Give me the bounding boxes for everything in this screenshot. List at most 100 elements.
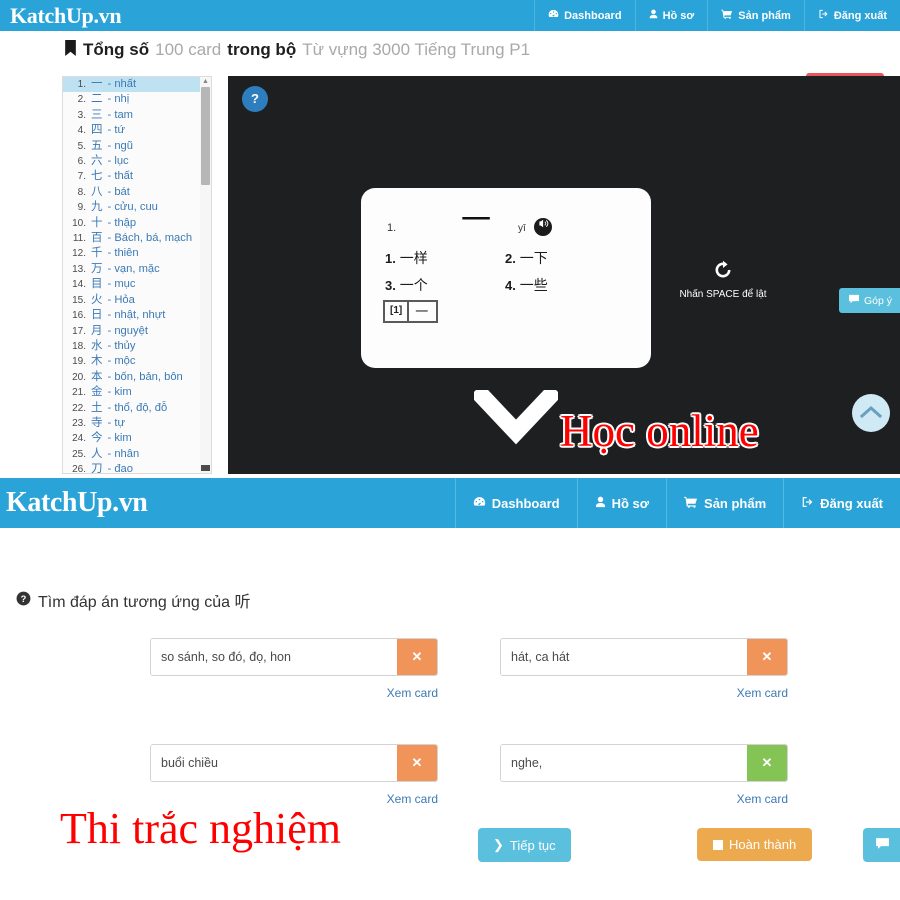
card-list-item[interactable]: 20. 本 - bốn, bản, bôn (63, 370, 212, 385)
card-list-item-meaning: - lục (107, 155, 129, 168)
speaker-icon[interactable] (534, 218, 552, 236)
quiz-prompt-text: Tìm đáp án tương ứng của 听 (38, 594, 251, 611)
card-list-item[interactable]: 25. 人 - nhân (63, 447, 212, 462)
quiz-answer-input-2[interactable] (501, 639, 747, 675)
clear-answer-button-4[interactable]: ✕ (747, 745, 787, 781)
card-list-panel[interactable]: 1. 一 - nhất 2. 二 - nhị 3. 三 - tam 4. 四 - tứ 5. 五 - ngũ… (62, 76, 212, 474)
card-list-item[interactable]: 17. 月 - nguyệt (63, 324, 212, 339)
card-list-item-meaning: - cửu, cuu (107, 201, 158, 214)
card-list-item[interactable]: 5. 五 - ngũ (63, 139, 212, 154)
flashcard-study-screenshot: KatchUp.vn Dashboard Hồ sơ Sản phẩm Đăng… (0, 0, 900, 478)
flashcard-option-4[interactable]: 4. 一些 (505, 275, 625, 295)
finish-button[interactable]: Hoàn thành (697, 828, 813, 861)
card-list-item-meaning: - ngũ (107, 139, 134, 152)
card-list-item-character: 本 (91, 370, 103, 383)
finish-button-label: Hoàn thành (729, 837, 797, 852)
card-list-item[interactable]: 11. 百 - Bách, bá, mạch (63, 231, 212, 246)
scroll-to-top-button[interactable] (852, 394, 890, 432)
navbar-spacer-2 (147, 478, 454, 528)
flashcard[interactable]: 1. 一 yī 1. 一样 2. 一下 3. 一个 4. 一些 [1] 一 (361, 188, 651, 368)
card-list-item[interactable]: 7. 七 - thất (63, 169, 212, 184)
quiz-answer-input-group-1[interactable]: ✕ (150, 638, 438, 676)
card-list-item[interactable]: 6. 六 - lục (63, 154, 212, 169)
feedback-tab[interactable]: Góp ý (838, 288, 900, 313)
refresh-icon (658, 258, 788, 287)
quiz-answer-input-group-4[interactable]: ✕ (500, 744, 788, 782)
card-list-item[interactable]: 26. 刀 - đao (63, 462, 212, 474)
nav-item-dashboard-2[interactable]: Dashboard (454, 478, 577, 528)
card-list-item[interactable]: 4. 四 - tứ (63, 123, 212, 138)
card-list-item-number: 26. (72, 464, 86, 474)
quiz-answer-input-group-2[interactable]: ✕ (500, 638, 788, 676)
nav-item-products-2[interactable]: Sản phẩm (666, 478, 783, 528)
view-card-link-2[interactable]: Xem card (500, 686, 788, 700)
continue-button[interactable]: ❯ Tiếp tục (478, 828, 571, 862)
card-list-item[interactable]: 1. 一 - nhất (63, 77, 212, 93)
clear-answer-button-2[interactable]: ✕ (747, 639, 787, 675)
card-list-item[interactable]: 14. 目 - mục (63, 277, 212, 292)
dashboard-icon (548, 9, 559, 22)
quiz-answer-input-3[interactable] (151, 745, 397, 781)
card-list-item-meaning: - nhất (107, 78, 137, 90)
card-list-item-number: 11. (72, 233, 86, 245)
card-list-item[interactable]: 16. 日 - nhật, nhựt (63, 308, 212, 323)
card-list-item[interactable]: 22. 土 - thổ, độ, đỗ (63, 401, 212, 416)
nav-item-products[interactable]: Sản phẩm (707, 0, 804, 31)
view-card-link-1[interactable]: Xem card (150, 686, 438, 700)
card-list-item[interactable]: 12. 千 - thiên (63, 246, 212, 261)
card-list-item[interactable]: 3. 三 - tam (63, 108, 212, 123)
card-list-item[interactable]: 24. 今 - kim (63, 431, 212, 446)
quiz-answer-input-group-3[interactable]: ✕ (150, 744, 438, 782)
card-list-item[interactable]: 15. 火 - Hỏa (63, 293, 212, 308)
quiz-answer-input-4[interactable] (501, 745, 747, 781)
card-list-item[interactable]: 10. 十 - thập (63, 216, 212, 231)
clear-answer-button-3[interactable]: ✕ (397, 745, 437, 781)
nav-item-logout-2[interactable]: Đăng xuất (783, 478, 900, 528)
scrollbar-thumb[interactable] (201, 87, 210, 185)
flashcard-option-row: 1. 一样 2. 一下 (385, 248, 625, 268)
card-list-item-meaning: - Hỏa (107, 293, 135, 306)
card-list-item-meaning: - Bách, bá, mạch (107, 232, 193, 245)
scroll-up-arrow-icon[interactable]: ▲ (200, 77, 211, 86)
card-list-item-number: 5. (77, 140, 86, 152)
card-list-item-meaning: - kim (107, 386, 132, 399)
nav-item-profile-2[interactable]: Hồ sơ (576, 478, 666, 528)
card-list-item[interactable]: 8. 八 - bát (63, 185, 212, 200)
card-list-item-character: 千 (91, 247, 103, 260)
flip-hint[interactable]: Nhấn SPACE để lật (658, 258, 788, 300)
card-list-item-meaning: - vạn, mặc (107, 262, 160, 275)
card-list-item-meaning: - nguyệt (107, 324, 148, 337)
navbar-menu: Dashboard Hồ sơ Sản phẩm Đăng xuất (534, 0, 900, 31)
flashcard-option-2[interactable]: 2. 一下 (505, 248, 625, 268)
nav-item-dashboard[interactable]: Dashboard (534, 0, 634, 31)
card-list-item[interactable]: 23. 寺 - tự (63, 416, 212, 431)
sign-out-icon (818, 9, 829, 22)
card-list-item-meaning: - kim (107, 432, 132, 445)
card-list-scrollbar[interactable]: ▲ (200, 76, 212, 474)
card-list-item-meaning: - nhân (107, 447, 140, 460)
flashcard-option-3[interactable]: 3. 一个 (385, 275, 505, 295)
card-list-item[interactable]: 19. 木 - mộc (63, 354, 212, 369)
help-button[interactable]: ? (242, 86, 268, 112)
nav-item-logout[interactable]: Đăng xuất (803, 0, 900, 31)
flashcard-option-1[interactable]: 1. 一样 (385, 248, 505, 268)
card-list-item[interactable]: 9. 九 - cửu, cuu (63, 200, 212, 215)
card-list-item[interactable]: 2. 二 - nhị (63, 92, 212, 107)
deck-set-name: Từ vựng 3000 Tiếng Trung P1 (302, 40, 531, 59)
clear-answer-button-1[interactable]: ✕ (397, 639, 437, 675)
card-list-item[interactable]: 18. 水 - thủy (63, 339, 212, 354)
quiz-answer-input-1[interactable] (151, 639, 397, 675)
flashcard-option-1-text: 一样 (399, 250, 428, 266)
card-list-item-number: 23. (72, 417, 86, 429)
card-list-item[interactable]: 21. 金 - kim (63, 385, 212, 400)
brand-logo[interactable]: KatchUp.vn (0, 0, 122, 31)
card-list-item[interactable]: 13. 万 - vạn, mặc (63, 262, 212, 277)
stop-square-icon (713, 839, 723, 850)
feedback-tab-2[interactable] (863, 828, 900, 862)
nav-item-profile[interactable]: Hồ sơ (634, 0, 708, 31)
close-icon: ✕ (411, 649, 423, 664)
card-list-item-character: 日 (91, 309, 103, 322)
brand-logo-2[interactable]: KatchUp.vn (0, 478, 148, 528)
bookmark-icon (64, 40, 77, 61)
view-card-link-4[interactable]: Xem card (500, 792, 788, 806)
